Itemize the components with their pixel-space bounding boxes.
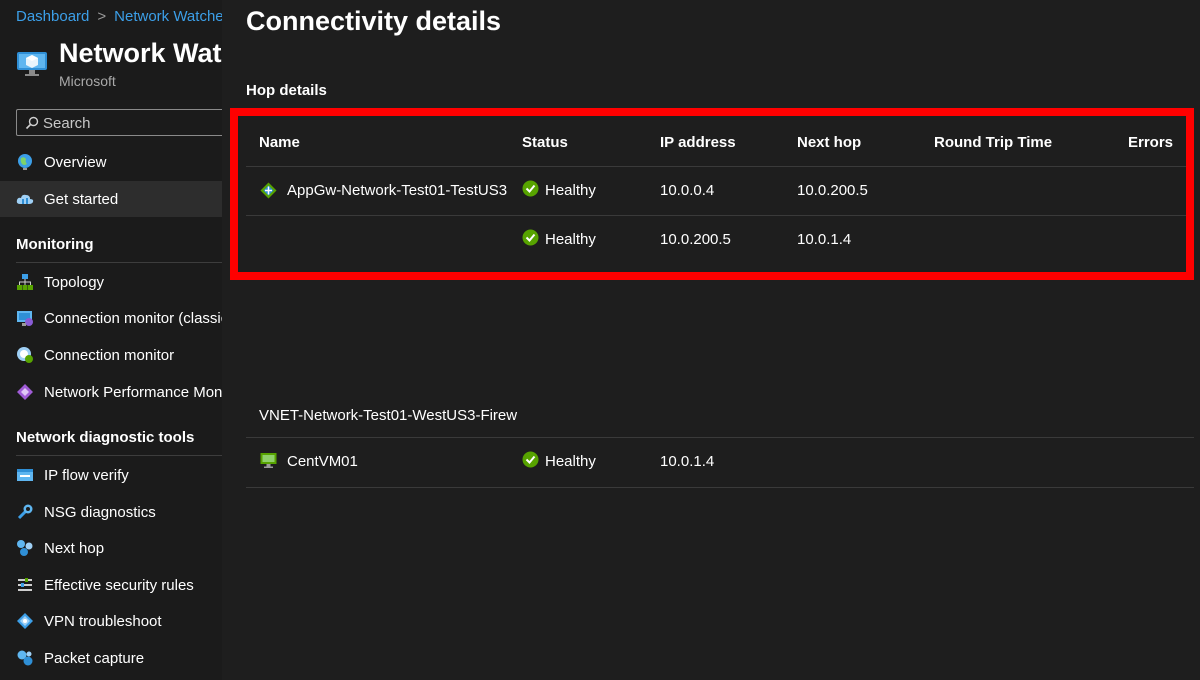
sidebar-item-network-performance-monitor[interactable]: Network Performance Monitor [0,374,222,410]
hop-name[interactable]: CentVM01 [287,453,358,470]
table-divider [246,437,1194,438]
sidebar-item-packet-capture[interactable]: Packet capture [0,640,222,676]
highlight-box [230,108,1194,280]
sidebar-item-label: Connection monitor (classic) [44,309,222,327]
sidebar-item-label: Get started [44,190,119,208]
section-network-diagnostic-tools: Network diagnostic tools [16,429,195,446]
sidebar-item-overview[interactable]: Overview [0,144,222,180]
breadcrumb-separator-icon: > [97,8,107,25]
nsg-diagnostics-icon [17,504,33,520]
sidebar-item-label: Topology [44,273,105,291]
breadcrumb: Dashboard > Network Watcher [16,8,222,25]
vnet-group-label: VNET-Network-Test01-WestUS3-Firew [259,407,518,424]
hop-ip-address: 10.0.1.4 [660,453,715,470]
vpn-icon [17,613,33,629]
sidebar-item-label: NSG diagnostics [44,503,156,521]
sidebar-item-label: Connection monitor [44,346,175,364]
connectivity-details-panel: Connectivity details Hop details Name St… [222,0,1200,680]
connection-monitor-icon [17,347,33,363]
resource-title: Network Watcher [59,38,222,68]
sidebar-item-label: Packet capture [44,649,145,667]
ip-flow-icon [17,469,33,481]
virtual-machine-icon [260,453,277,468]
topology-icon [17,274,33,290]
section-divider [16,262,222,263]
section-divider [16,455,222,456]
connection-monitor-classic-icon [17,311,33,326]
healthy-check-icon [522,451,539,468]
network-performance-icon [17,384,33,400]
sidebar-item-label: Overview [44,153,107,171]
page-title: Connectivity details [246,6,502,36]
hop-details-heading: Hop details [246,82,327,99]
section-monitoring: Monitoring [16,236,94,253]
sidebar-item-vpn-troubleshoot[interactable]: VPN troubleshoot [0,603,222,639]
sidebar-item-connection-monitor-classic[interactable]: Connection monitor (classic) [0,300,222,336]
app-window: Dashboard > Network Watcher Network Watche… [0,0,1200,680]
table-divider [246,487,1194,488]
sidebar-item-label: Network Performance Monitor [44,383,222,401]
sidebar-item-label: Effective security rules [44,576,194,594]
cloud-icon [16,194,34,204]
sidebar-item-label: Next hop [44,539,105,557]
globe-icon [18,154,32,170]
resource-subtitle: Microsoft [59,73,116,89]
search-icon [25,116,39,130]
breadcrumb-dashboard[interactable]: Dashboard [16,8,89,25]
sidebar-item-topology[interactable]: Topology [0,264,222,300]
sidebar-item-label: VPN troubleshoot [44,612,162,630]
sidebar: Dashboard > Network Watcher Network Watche… [0,0,222,680]
sidebar-item-ip-flow-verify[interactable]: IP flow verify [0,457,222,493]
next-hop-icon [17,540,33,556]
packet-capture-icon [17,650,33,666]
sidebar-item-connection-monitor[interactable]: Connection monitor [0,337,222,373]
sidebar-item-next-hop[interactable]: Next hop [0,530,222,566]
sidebar-item-effective-security-rules[interactable]: Effective security rules [0,567,222,603]
sidebar-item-nsg-diagnostics[interactable]: NSG diagnostics [0,494,222,530]
network-watcher-icon [17,52,47,76]
sidebar-item-label: IP flow verify [44,466,129,484]
hop-status: Healthy [545,453,596,470]
breadcrumb-network-watcher[interactable]: Network Watcher [114,8,222,25]
search-input[interactable] [43,112,222,134]
sidebar-item-get-started[interactable]: Get started [0,181,222,217]
search-box[interactable] [16,109,222,136]
security-rules-icon [18,578,32,591]
